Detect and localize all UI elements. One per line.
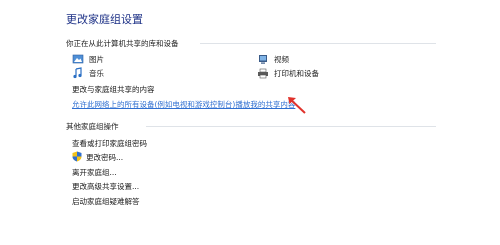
homegroup-troubleshooter-link[interactable]: 启动家庭组疑难解答 — [72, 196, 140, 207]
other-section-divider — [146, 126, 436, 127]
library-label: 视频 — [274, 54, 289, 64]
library-item-videos: 视频 — [257, 53, 289, 65]
change-password-link[interactable]: 更改密码... — [86, 152, 123, 163]
library-item-pictures: 图片 — [72, 53, 104, 65]
videos-icon — [257, 53, 269, 65]
advanced-sharing-settings-link[interactable]: 更改高级共享设置... — [72, 181, 139, 192]
library-label: 音乐 — [89, 68, 104, 78]
pictures-icon — [72, 53, 84, 65]
allow-all-devices-link[interactable]: 允许此网络上的所有设备(例如电视和游戏控制台)播放我的共享内容 — [72, 99, 295, 110]
shared-section-heading: 你正在从此计算机共享的库和设备 — [66, 39, 179, 48]
page-title: 更改家庭组设置 — [66, 13, 143, 26]
library-label: 打印机和设备 — [274, 68, 319, 78]
printer-icon — [257, 67, 269, 79]
shared-section-divider — [200, 43, 436, 44]
leave-homegroup-link[interactable]: 离开家庭组... — [72, 167, 117, 178]
library-item-printers: 打印机和设备 — [257, 67, 319, 79]
library-item-music: 音乐 — [72, 67, 104, 79]
other-section-heading: 其他家庭组操作 — [66, 122, 119, 131]
library-label: 图片 — [89, 54, 104, 64]
music-icon — [72, 67, 84, 79]
view-print-password-link[interactable]: 查看或打印家庭组密码 — [72, 138, 147, 149]
change-shared-content-link[interactable]: 更改与家庭组共享的内容 — [72, 84, 155, 95]
shield-icon — [72, 151, 82, 162]
annotation-arrow-icon — [288, 97, 306, 114]
